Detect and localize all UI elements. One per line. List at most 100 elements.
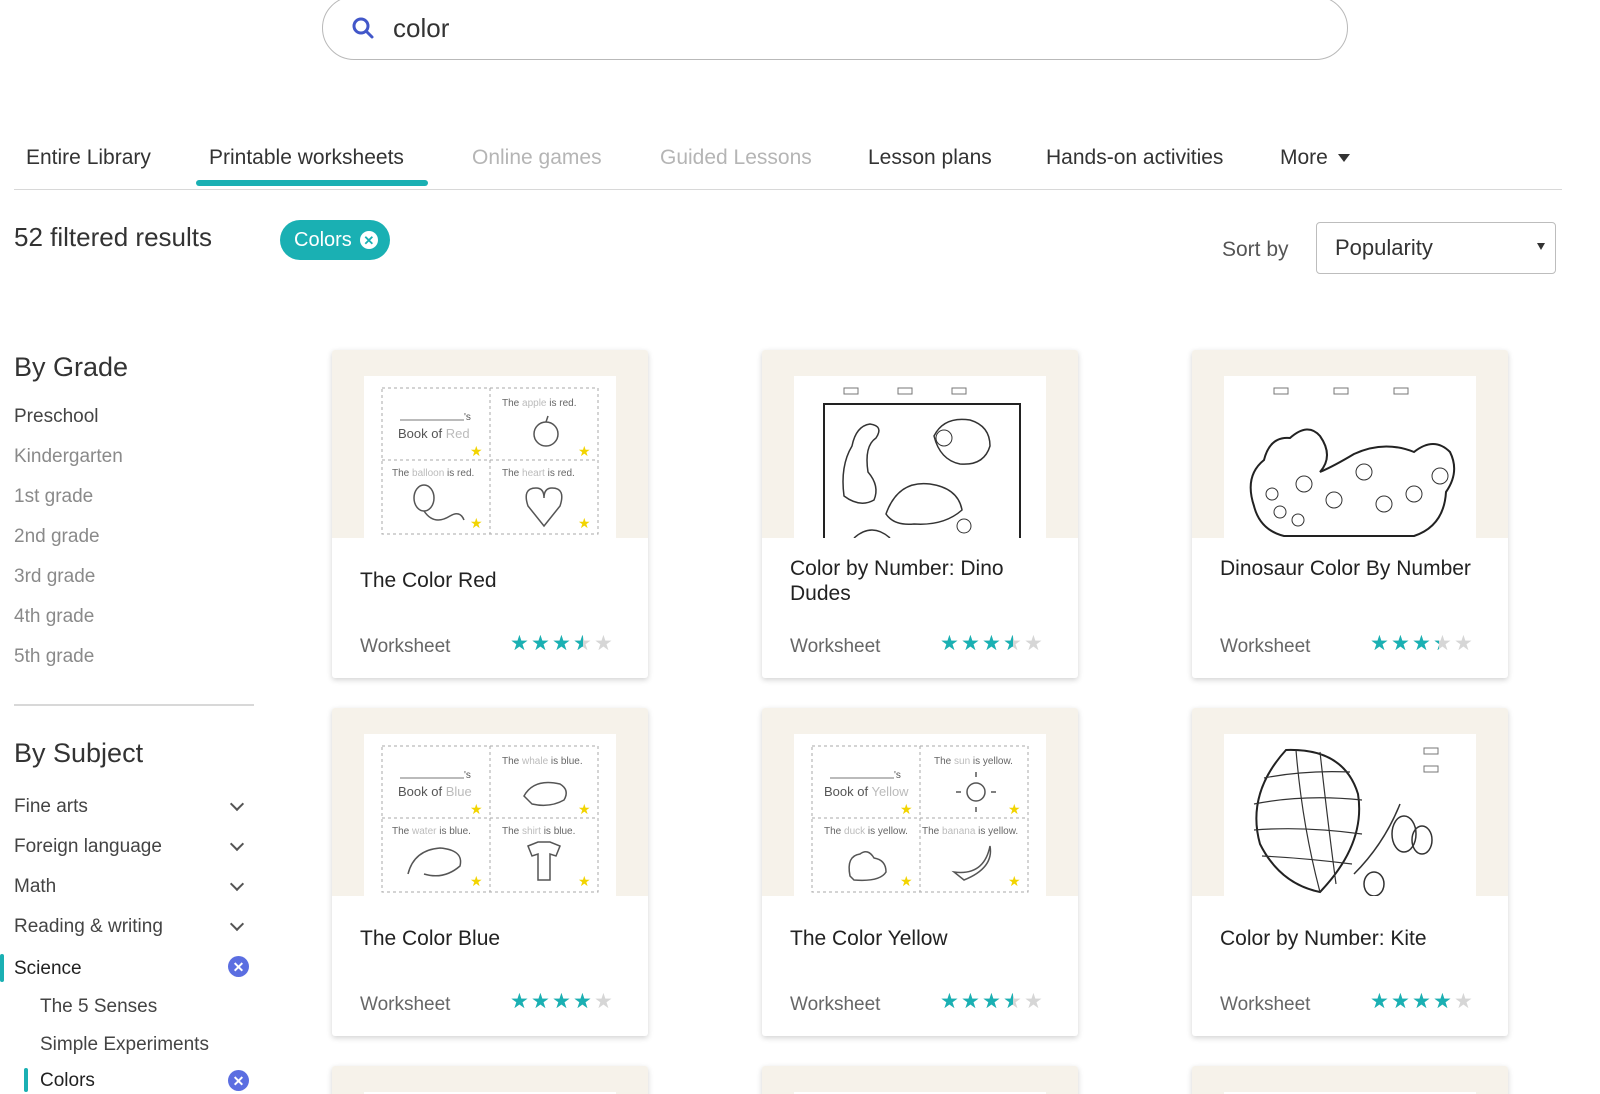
star-icon: ★★: [573, 632, 592, 655]
star-icon: ★★: [531, 632, 550, 655]
svg-text:The heart is red.: The heart is red.: [502, 468, 575, 479]
grade-item-preschool[interactable]: Preschool: [14, 406, 99, 428]
search-bar[interactable]: color: [322, 0, 1348, 60]
svg-text:★: ★: [470, 515, 483, 531]
card-thumbnail: [1192, 1066, 1508, 1094]
sort-select[interactable]: Popularity: [1316, 222, 1556, 274]
grade-item-5th[interactable]: 5th grade: [14, 646, 94, 668]
card-type: Worksheet: [790, 994, 881, 1015]
svg-text:The balloon is red.: The balloon is red.: [392, 468, 474, 479]
chevron-down-icon[interactable]: [229, 836, 245, 852]
star-icon: ★★: [1433, 990, 1452, 1013]
svg-text:The water is blue.: The water is blue.: [392, 826, 471, 837]
remove-science-icon[interactable]: ✕: [228, 956, 249, 977]
worksheet-card[interactable]: 's Book of Blue The whale is blue. The w…: [332, 708, 648, 1036]
subject-item-science[interactable]: Science: [14, 958, 82, 980]
search-icon: [351, 15, 377, 41]
card-title[interactable]: The Color Blue: [360, 926, 630, 951]
svg-text:★: ★: [900, 801, 913, 817]
tab-lesson-plans[interactable]: Lesson plans: [868, 146, 992, 170]
subject-item-reading-writing[interactable]: Reading & writing: [14, 916, 163, 938]
star-icon: ★★: [1024, 990, 1043, 1013]
filter-chip-label: Colors: [294, 228, 352, 251]
subject-item-fine-arts[interactable]: Fine arts: [14, 796, 88, 818]
worksheet-card[interactable]: [332, 1066, 648, 1094]
subject-item-foreign-language[interactable]: Foreign language: [14, 836, 162, 858]
svg-text:★: ★: [578, 515, 591, 531]
sidebar-divider: [14, 704, 254, 706]
grade-item-2nd[interactable]: 2nd grade: [14, 526, 100, 548]
card-title[interactable]: Color by Number: Dino Dudes: [790, 556, 1060, 606]
card-thumbnail: [1192, 350, 1508, 538]
worksheet-card[interactable]: 's Book of Red The apple is red. The bal…: [332, 350, 648, 678]
subtopic-item-colors[interactable]: Colors: [40, 1070, 95, 1092]
star-icon: ★★: [982, 990, 1001, 1013]
card-type: Worksheet: [790, 636, 881, 657]
chevron-down-icon[interactable]: [229, 876, 245, 892]
svg-text:'s: 's: [464, 770, 471, 781]
worksheet-preview-dino-dudes: [794, 376, 1046, 538]
worksheet-card[interactable]: [762, 1066, 1078, 1094]
svg-text:Book of Yellow: Book of Yellow: [824, 784, 909, 799]
tab-entire-library[interactable]: Entire Library: [26, 146, 151, 170]
svg-text:★: ★: [578, 443, 591, 459]
rating-stars: ★★★★★★★★★★: [940, 632, 1043, 655]
worksheet-card[interactable]: [1192, 1066, 1508, 1094]
svg-text:The banana is yellow.: The banana is yellow.: [922, 826, 1018, 837]
tab-printable-worksheets[interactable]: Printable worksheets: [209, 146, 404, 170]
filter-chip-colors[interactable]: Colors ✕: [280, 220, 390, 260]
subtopic-item-5-senses[interactable]: The 5 Senses: [40, 996, 157, 1018]
active-subtopic-indicator: [24, 1068, 28, 1092]
tab-hands-on-activities[interactable]: Hands-on activities: [1046, 146, 1223, 170]
star-icon: ★★: [1370, 632, 1389, 655]
dropdown-arrow-icon: [1537, 243, 1545, 250]
svg-text:★: ★: [1008, 873, 1021, 889]
grade-item-4th[interactable]: 4th grade: [14, 606, 94, 628]
svg-text:'s: 's: [894, 770, 901, 781]
search-input[interactable]: color: [393, 13, 449, 44]
card-thumbnail: [1192, 708, 1508, 896]
star-icon: ★★: [510, 632, 529, 655]
worksheet-card[interactable]: Color by Number: Dino Dudes Worksheet ★ ★…: [762, 350, 1078, 678]
star-icon: ★★: [1454, 990, 1473, 1013]
active-subject-indicator: [0, 954, 4, 982]
worksheet-preview-dinosaur: [1224, 376, 1476, 538]
rating-stars: ★★★★★★★★★★: [1370, 990, 1473, 1013]
card-title[interactable]: The Color Red: [360, 568, 630, 593]
svg-text:★: ★: [578, 873, 591, 889]
worksheet-preview-yellow: 's Book of Yellow The sun is yellow. The…: [794, 734, 1046, 896]
tab-more[interactable]: More: [1280, 146, 1350, 170]
grade-item-3rd[interactable]: 3rd grade: [14, 566, 95, 588]
remove-colors-icon[interactable]: ✕: [228, 1070, 249, 1091]
tab-guided-lessons[interactable]: Guided Lessons: [660, 146, 812, 170]
star-icon: ★★: [1370, 990, 1389, 1013]
star-icon: ★★: [594, 632, 613, 655]
grade-item-1st[interactable]: 1st grade: [14, 486, 93, 508]
star-icon: ★★: [1003, 990, 1022, 1013]
chevron-down-icon[interactable]: [229, 796, 245, 812]
card-type: Worksheet: [1220, 994, 1311, 1015]
grade-item-kindergarten[interactable]: Kindergarten: [14, 446, 123, 468]
star-icon: ★★: [1003, 632, 1022, 655]
star-icon: ★★: [1454, 632, 1473, 655]
subject-item-math[interactable]: Math: [14, 876, 56, 898]
star-icon: ★★: [573, 990, 592, 1013]
card-title[interactable]: Color by Number: Kite: [1220, 926, 1490, 951]
svg-text:★: ★: [900, 873, 913, 889]
chevron-down-icon[interactable]: [229, 916, 245, 932]
svg-text:The apple is red.: The apple is red.: [502, 398, 577, 409]
svg-text:★: ★: [470, 873, 483, 889]
card-thumbnail: 's Book of Yellow The sun is yellow. The…: [762, 708, 1078, 896]
star-icon: ★★: [1024, 632, 1043, 655]
card-title[interactable]: The Color Yellow: [790, 926, 1060, 951]
worksheet-card[interactable]: Color by Number: Kite Worksheet ★ ★ ★ ★ ★ ★ ★ ★…: [1192, 708, 1508, 1036]
worksheet-card[interactable]: 's Book of Yellow The sun is yellow. The…: [762, 708, 1078, 1036]
worksheet-card[interactable]: Dinosaur Color By Number Worksheet ★ ★ ★ ★ ★…: [1192, 350, 1508, 678]
subtopic-item-simple-experiments[interactable]: Simple Experiments: [40, 1034, 209, 1056]
tab-online-games[interactable]: Online games: [472, 146, 602, 170]
remove-filter-icon[interactable]: ✕: [359, 231, 378, 249]
svg-text:'s: 's: [464, 412, 471, 423]
card-thumbnail: [762, 1066, 1078, 1094]
star-icon: ★★: [594, 990, 613, 1013]
card-title[interactable]: Dinosaur Color By Number: [1220, 556, 1490, 581]
